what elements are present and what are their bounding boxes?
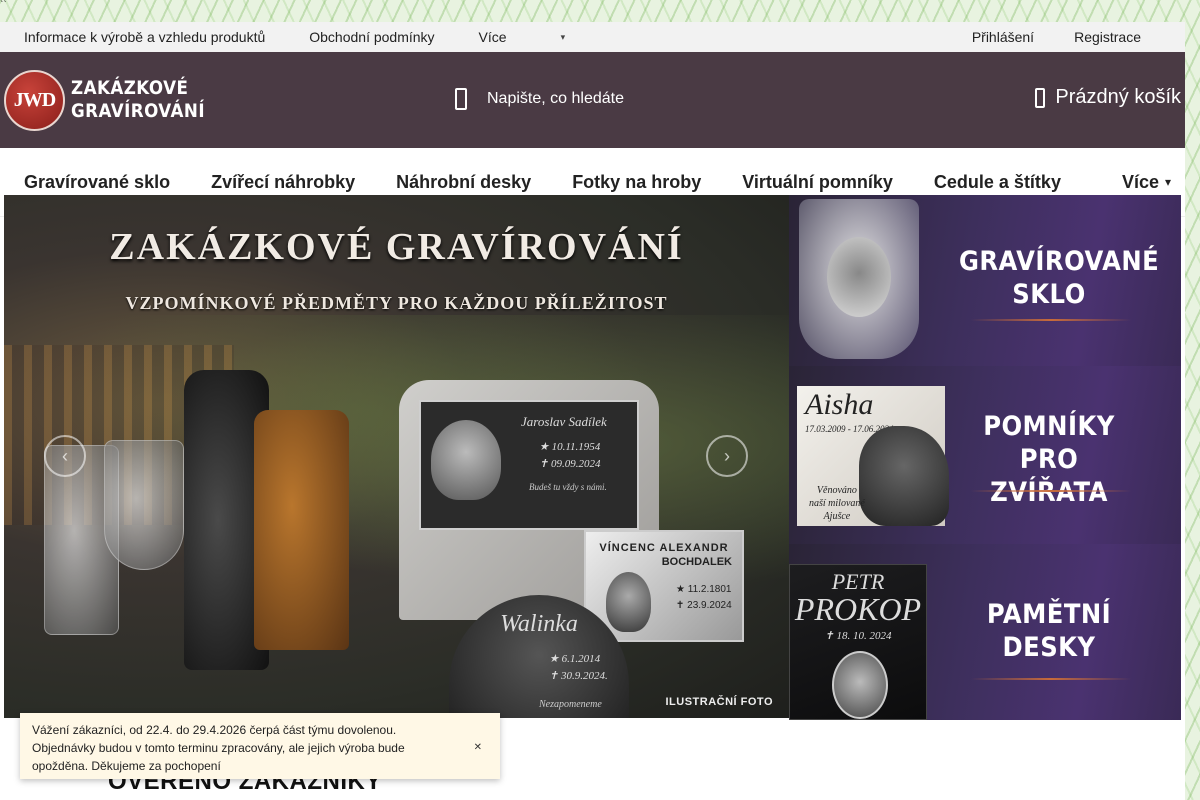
plaque-name-line-1: VÍNCENC ALEXANDR — [599, 542, 729, 554]
tile-pet-memorials[interactable]: Aisha 17.03.2009 - 17.06.2024 Věnováno n… — [789, 366, 1181, 544]
pet-stone-quote: Nezapomeneme — [539, 699, 602, 710]
pet-stone-died: ✝ 30.9.2024. — [549, 670, 608, 682]
search-placeholder: Napište, co hledáte — [487, 90, 624, 107]
cart-icon — [1035, 87, 1046, 108]
logo-text: ZAKÁZKOVÉ GRAVÍROVÁNÍ — [71, 77, 205, 123]
tile-underline — [971, 678, 1131, 680]
logo-line-1: ZAKÁZKOVÉ — [71, 77, 189, 99]
nav-item-signs-labels[interactable]: Cedule a štítky — [934, 172, 1061, 193]
pet-plate-image: Aisha 17.03.2009 - 17.06.2024 Věnováno n… — [797, 386, 949, 526]
terms-link[interactable]: Obchodní podmínky — [309, 29, 434, 45]
site-logo[interactable]: JWD ZAKÁZKOVÉ GRAVÍROVÁNÍ — [4, 69, 223, 131]
pet-dedication-line-2: naší milované — [809, 498, 865, 509]
tile-title-line-2: SKLO — [1012, 279, 1086, 310]
tile-title-line-2: DESKY — [1002, 632, 1096, 663]
tile-underline — [971, 319, 1131, 321]
top-bar: Informace k výrobě a vzhledu produktů Ob… — [0, 22, 1185, 52]
nav-more-menu[interactable]: Více ▾ — [1122, 172, 1171, 193]
pet-stone-born: ★ 6.1.2014 — [549, 653, 601, 665]
headstone-photo-plate: Jaroslav Sadílek ★ 10.11.1954 ✝ 09.09.20… — [419, 400, 639, 530]
portrait-image — [431, 420, 501, 500]
plaque-born: ★ 11.2.1801 — [676, 584, 732, 595]
nav-item-grave-photos[interactable]: Fotky na hroby — [572, 172, 701, 193]
plate-portrait — [832, 651, 888, 719]
login-link[interactable]: Přihlášení — [972, 29, 1034, 45]
headstone-quote: Budeš tu vždy s námi. — [529, 482, 607, 492]
register-link[interactable]: Registrace — [1074, 29, 1141, 45]
chevron-down-icon: ▾ — [560, 31, 566, 42]
pet-name: Aisha — [805, 388, 874, 421]
logo-mark: JWD — [4, 69, 65, 131]
engraved-glass-image — [799, 199, 919, 359]
site-header: JWD ZAKÁZKOVÉ GRAVÍROVÁNÍ Napište, co hl… — [0, 52, 1185, 148]
tile-title-line-1: POMNÍKY — [983, 411, 1115, 442]
stray-mark: `` — [0, 0, 7, 11]
pet-stone-name: Walinka — [500, 611, 578, 637]
slider-prev-button[interactable]: ‹ — [44, 435, 86, 477]
topbar-more-menu[interactable]: Více ▾ — [479, 29, 610, 45]
topbar-more-label: Více — [478, 29, 507, 45]
plaque-name-line-2: BOCHDALEK — [661, 556, 732, 568]
info-link[interactable]: Informace k výrobě a vzhledu produktů — [24, 29, 265, 45]
engraved-wine-glass — [104, 440, 184, 570]
cart-button[interactable]: Prázdný košík — [1035, 86, 1181, 109]
tile-title-line-2: PRO ZVÍŘATA — [990, 444, 1108, 508]
nav-more-label: Více — [1121, 171, 1159, 192]
tile-engraved-glass[interactable]: GRAVÍROVANÉ SKLO — [789, 195, 1181, 366]
tile-underline — [971, 490, 1131, 492]
plaque-died: ✝ 23.9.2024 — [676, 600, 732, 611]
nav-item-pet-headstones[interactable]: Zvířecí náhrobky — [211, 172, 355, 193]
plate-last-name: PROKOP — [794, 591, 922, 627]
tile-memorial-plates[interactable]: PETR PROKOP ✝ 18. 10. 2024 PAMĚTNÍ DESKY — [789, 544, 1181, 720]
nav-item-grave-plates[interactable]: Náhrobní desky — [396, 172, 531, 193]
slider-next-button[interactable]: › — [706, 435, 748, 477]
tile-title-line-1: PAMĚTNÍ — [986, 599, 1112, 630]
banner-subtitle: VZPOMÍNKOVÉ PŘEDMĚTY PRO KAŽDOU PŘÍLEŽIT… — [125, 293, 668, 313]
tile-title: POMNÍKY PRO ZVÍŘATA — [959, 410, 1139, 509]
pet-dedication-line-1: Věnováno — [816, 485, 857, 496]
banner-title: ZAKÁZKOVÉ GRAVÍROVÁNÍ — [109, 226, 684, 268]
chevron-down-icon: ▾ — [1164, 175, 1171, 189]
illustration-label: ILUSTRAČNÍ FOTO — [665, 696, 773, 708]
plate-date: ✝ 18. 10. 2024 — [824, 630, 892, 642]
pet-dedication-line-3: Ajušce — [823, 511, 851, 522]
dog-portrait — [859, 426, 949, 526]
nav-item-engraved-glass[interactable]: Gravírované sklo — [24, 172, 170, 193]
close-icon[interactable]: ✕ — [474, 739, 482, 757]
tile-title: PAMĚTNÍ DESKY — [959, 598, 1139, 664]
search-icon — [455, 88, 467, 110]
search-trigger[interactable]: Napište, co hledáte — [455, 88, 624, 110]
engraved-whisky-bottle — [254, 410, 349, 650]
nav-item-virtual-memorials[interactable]: Virtuální pomníky — [742, 172, 893, 193]
vacation-notice: Vážení zákazníci, od 22.4. do 29.4.2026 … — [20, 713, 500, 779]
tile-title-line-1: GRAVÍROVANÉ — [959, 246, 1160, 277]
tile-title: GRAVÍROVANÉ SKLO — [959, 245, 1160, 311]
pet-stone: Walinka ★ 6.1.2014 ✝ 30.9.2024. Nezapome… — [449, 595, 629, 718]
memorial-plate-image: PETR PROKOP ✝ 18. 10. 2024 — [789, 564, 927, 720]
hero-banner[interactable]: ZAKÁZKOVÉ GRAVÍROVÁNÍ VZPOMÍNKOVÉ PŘEDMĚ… — [4, 195, 789, 718]
logo-line-2: GRAVÍROVÁNÍ — [71, 100, 206, 122]
cart-label: Prázdný košík — [1055, 86, 1181, 108]
notice-text: Vážení zákazníci, od 22.4. do 29.4.2026 … — [32, 723, 405, 773]
pet-dedication: Věnováno naší milované Ajušce — [809, 484, 865, 523]
